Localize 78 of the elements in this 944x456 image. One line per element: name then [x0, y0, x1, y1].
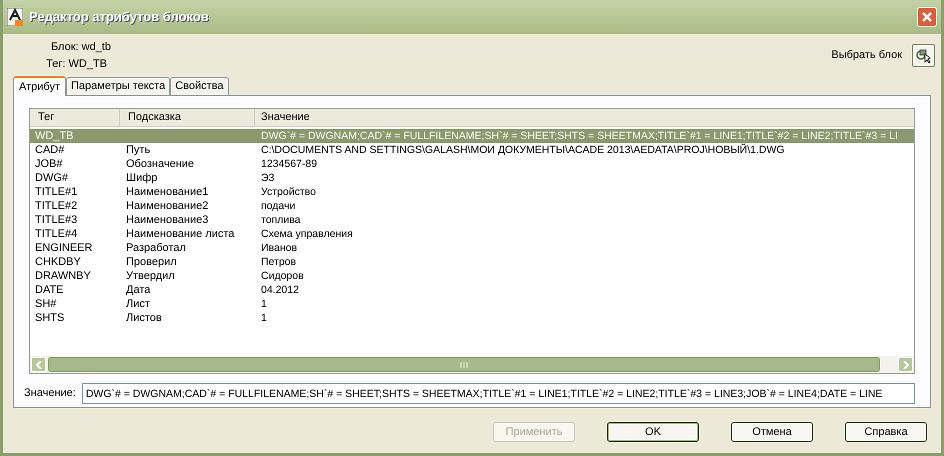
close-button[interactable] [917, 7, 937, 27]
value-cell-text: 04.2012 [260, 283, 299, 297]
tag-cell-text: TITLE#2 [34, 199, 78, 213]
value-cell-text: Устройство [260, 185, 316, 199]
tag-cell-text: DATE [34, 283, 65, 297]
dialog-button[interactable]: OK [607, 422, 699, 442]
tag-cell-text: TITLE#4 [34, 227, 78, 241]
value-cell-text: Иванов [260, 241, 298, 255]
table-row[interactable]: DRAWNBY Утвердил Сидоров [30, 269, 914, 283]
column-header[interactable]: Подсказка [120, 109, 255, 126]
tag-cell-text: WD_TB [34, 129, 74, 143]
prompt-cell-text: Утвердил [125, 269, 176, 283]
value-cell-text: C:\DOCUMENTS AND SETTINGS\GALASH\МОИ ДОКУМЕНТЫ\ACADE 2013\AEDATA\PROJ\НОВЫЙ\1.DWG [260, 143, 785, 157]
grip-icon [460, 362, 468, 368]
value-input[interactable]: DWG`# = DWGNAM;CAD`# = FULLFILENAME;SH`# = SHEET;SHTS = SHEETMAX;TITLE`#1 = LINE1;TITLE`#2 = LINE2;TITLE`#3 = LINE3;JOB`# = LINE4;DATE = LINE [82, 383, 915, 404]
prompt-cell-text: Дата [125, 283, 152, 297]
value-cell-text: DWG`# = DWGNAM;CAD`# = FULLFILENAME;SH`# = SHEET;SHTS = SHEETMAX;TITLE`#1 = LINE1;TITLE`#2 = LINE2;TITLE`#3 = LI [260, 129, 898, 143]
value-cell-text: топлива [260, 213, 301, 227]
tag-cell-text: TITLE#3 [34, 213, 78, 227]
tag-cell-text: SHTS [34, 311, 66, 325]
tab[interactable]: Свойства [170, 77, 229, 95]
value-cell-text: подачи [260, 199, 296, 213]
table-row[interactable]: TITLE#3 Наименование3 топлива [30, 213, 914, 227]
table-row[interactable]: TITLE#2 Наименование2 подачи [30, 199, 914, 213]
select-block-button[interactable] [912, 44, 935, 67]
prompt-cell-text: Наименование2 [125, 199, 210, 213]
close-icon [921, 11, 933, 23]
table-row[interactable]: CHKDBY Проверил Петров [30, 255, 914, 269]
prompt-cell-text: Листов [125, 311, 163, 325]
prompt-cell-text: Наименование3 [125, 213, 210, 227]
prompt-cell-text: Наименование1 [125, 185, 210, 199]
tag-cell-text: JOB# [34, 157, 64, 171]
block-name-label: Блок: wd_tb [50, 40, 111, 55]
tag-cell-text: CAD# [34, 143, 66, 157]
table-row[interactable]: JOB# Обозначение 1234567-89 [30, 157, 914, 171]
column-header[interactable]: Значение [255, 109, 914, 126]
table-row[interactable]: DWG# Шифр Э3 [30, 171, 914, 185]
scroll-left-button[interactable] [31, 357, 46, 372]
scrollbar-thumb[interactable] [48, 357, 880, 372]
dialog-button[interactable]: Отмена [731, 422, 813, 442]
dialog-button[interactable]: Справка [845, 422, 927, 442]
table-row[interactable]: TITLE#4 Наименование листа Схема управления [30, 227, 914, 241]
table-row[interactable]: TITLE#1 Наименование1 Устройство [30, 185, 914, 199]
prompt-cell-text: Путь [125, 143, 152, 157]
value-cell-text: 1 [260, 297, 267, 311]
tag-cell-text: DRAWNBY [34, 269, 92, 283]
prompt-cell-text: Наименование листа [125, 227, 236, 241]
value-label: Значение: [24, 386, 76, 402]
value-cell-text: Петров [260, 255, 296, 269]
prompt-cell-text: Проверил [125, 255, 178, 269]
tag-cell-text: CHKDBY [34, 255, 82, 269]
table-row[interactable]: SHTS Листов 1 [30, 311, 914, 325]
prompt-cell-text: Разработал [125, 241, 187, 255]
table-row[interactable]: ENGINEER Разработал Иванов [30, 241, 914, 255]
app-icon [7, 8, 23, 26]
value-cell-text: Схема управления [260, 227, 353, 241]
value-cell-text: 1234567-89 [260, 157, 318, 171]
window-title: Редактор атрибутов блоков [29, 8, 209, 26]
value-cell-text: Э3 [260, 171, 274, 185]
tab[interactable]: Атрибут [13, 76, 66, 96]
tag-cell-text: TITLE#1 [34, 185, 78, 199]
block-pick-icon [916, 48, 931, 62]
prompt-cell-text: Лист [125, 297, 151, 311]
value-cell-text: 1 [260, 311, 267, 325]
tag-cell-text: DWG# [34, 171, 69, 185]
tag-name-label: Тег: WD_TB [46, 56, 107, 72]
select-block-label: Выбрать блок [831, 48, 902, 64]
tag-cell-text: ENGINEER [34, 241, 94, 255]
value-cell-text: Сидоров [260, 269, 304, 283]
tag-cell-text: SH# [34, 297, 58, 311]
table-row[interactable]: SH# Лист 1 [30, 297, 914, 311]
prompt-cell-text: Шифр [125, 171, 158, 185]
column-header[interactable]: Тег [30, 109, 120, 126]
prompt-cell-text: Обозначение [125, 157, 196, 171]
scroll-right-button[interactable] [898, 357, 913, 372]
table-row[interactable]: DATE Дата 04.2012 [30, 283, 914, 297]
tab[interactable]: Параметры текста [66, 77, 170, 95]
table-row[interactable]: CAD# Путь C:\DOCUMENTS AND SETTINGS\GALASH\МОИ ДОКУМЕНТЫ\ACADE 2013\AEDATA\PROJ\НОВЫЙ\1.DWG [30, 143, 914, 157]
